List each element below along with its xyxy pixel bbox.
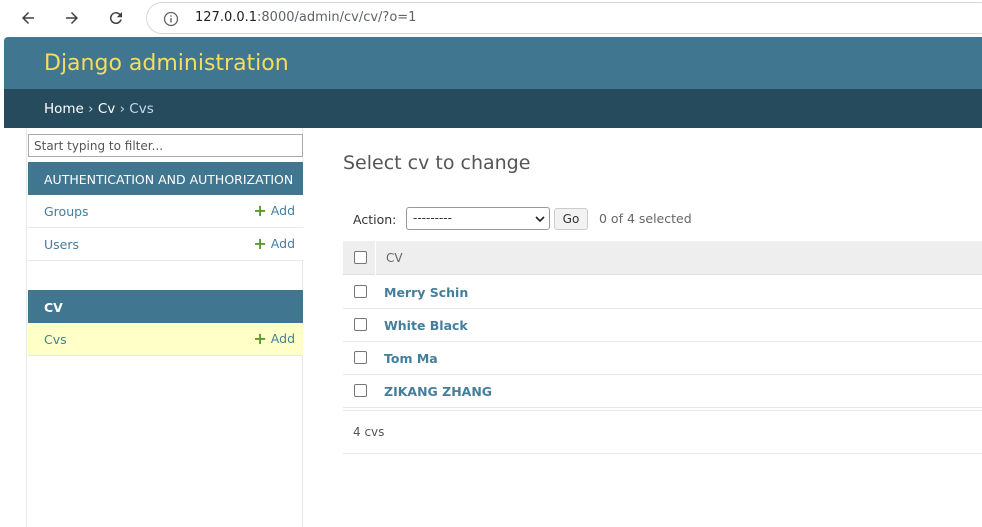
row-link[interactable]: Merry Schin (384, 285, 468, 300)
breadcrumb-app[interactable]: Cv (98, 101, 115, 117)
table-row: Tom Ma (343, 342, 982, 375)
nav-filter-input[interactable] (28, 134, 303, 157)
nav-sidebar: AUTHENTICATION AND AUTHORIZATION Groups … (26, 128, 303, 527)
row-checkbox[interactable] (354, 285, 367, 298)
breadcrumb-current: Cvs (129, 101, 154, 117)
sidebar-item-groups-link[interactable]: Groups (44, 204, 89, 219)
paginator: 4 cvs (343, 410, 982, 454)
result-count: 4 cvs (353, 425, 385, 439)
row-checkbox[interactable] (354, 351, 367, 364)
plus-icon: + (253, 200, 267, 220)
admin-page: Django administration Home › Cv › Cvs AU… (4, 37, 982, 527)
module-caption-auth[interactable]: AUTHENTICATION AND AUTHORIZATION (28, 162, 303, 195)
sidebar-item-groups: Groups + Add (28, 195, 303, 228)
row-link[interactable]: White Black (384, 318, 468, 333)
sidebar-item-cvs-link[interactable]: Cvs (44, 332, 67, 347)
row-checkbox[interactable] (354, 318, 367, 331)
table-row: White Black (343, 309, 982, 342)
sidebar-item-users: Users + Add (28, 228, 303, 261)
selected-count: 0 of 4 selected (599, 211, 692, 226)
add-cv-button[interactable]: + Add (253, 328, 295, 348)
site-brand[interactable]: Django administration (44, 51, 289, 76)
plus-icon: + (253, 328, 267, 348)
add-user-button[interactable]: + Add (253, 233, 295, 253)
browser-toolbar: 127.0.0.1:8000/admin/cv/cv/?o=1 (0, 0, 982, 36)
go-button[interactable]: Go (554, 208, 588, 230)
back-icon[interactable] (16, 6, 40, 30)
url-text: 127.0.0.1:8000/admin/cv/cv/?o=1 (195, 10, 417, 25)
sidebar-item-users-link[interactable]: Users (44, 237, 79, 252)
row-link[interactable]: ZIKANG ZHANG (384, 384, 492, 399)
table-row: ZIKANG ZHANG (343, 375, 982, 408)
add-group-button[interactable]: + Add (253, 200, 295, 220)
breadcrumb-home[interactable]: Home (44, 101, 84, 117)
module-caption-cv[interactable]: CV (28, 290, 303, 323)
table-row: Merry Schin (343, 276, 982, 309)
action-select[interactable]: --------- (406, 207, 550, 230)
breadcrumb: Home › Cv › Cvs (4, 89, 982, 128)
select-all-checkbox[interactable] (354, 251, 367, 264)
table-header: CV (343, 241, 982, 275)
reload-icon[interactable] (104, 6, 128, 30)
sidebar-item-cvs: Cvs + Add (28, 323, 303, 356)
site-header: Django administration (4, 37, 982, 89)
column-header-cv[interactable]: CV (386, 251, 403, 265)
actions-bar: Action: --------- Go 0 of 4 selected (343, 206, 982, 234)
page-title: Select cv to change (343, 152, 531, 174)
row-checkbox[interactable] (354, 384, 367, 397)
forward-icon[interactable] (60, 6, 84, 30)
plus-icon: + (253, 233, 267, 253)
action-label: Action: (353, 212, 397, 227)
info-icon[interactable] (163, 11, 179, 27)
address-bar[interactable]: 127.0.0.1:8000/admin/cv/cv/?o=1 (146, 2, 982, 34)
chevron-down-icon (535, 216, 545, 223)
row-link[interactable]: Tom Ma (384, 351, 438, 366)
